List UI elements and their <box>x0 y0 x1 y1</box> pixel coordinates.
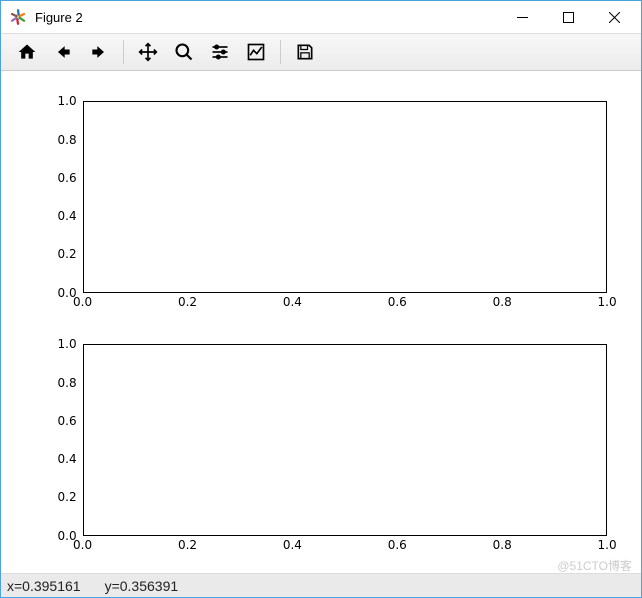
titlebar: Figure 2 <box>1 1 641 33</box>
x-tick-label: 1.0 <box>598 538 617 552</box>
toolbar-separator <box>280 40 281 64</box>
cursor-y-value: y=0.356391 <box>105 578 179 594</box>
x-tick-label: 0.2 <box>178 538 197 552</box>
forward-button[interactable] <box>81 35 117 69</box>
x-tick-label: 0.2 <box>178 295 197 309</box>
x-tick-label: 0.0 <box>73 538 92 552</box>
save-button[interactable] <box>287 35 323 69</box>
maximize-button[interactable] <box>545 2 591 32</box>
subplot-1: 0.00.20.40.60.81.00.00.20.40.60.81.0 <box>23 87 619 326</box>
minimize-button[interactable] <box>499 2 545 32</box>
x-tick-label: 0.6 <box>388 538 407 552</box>
y-tick-label: 0.2 <box>58 490 77 504</box>
cursor-x-value: x=0.395161 <box>7 578 81 594</box>
y-tick-label: 0.2 <box>58 247 77 261</box>
y-tick-label: 0.8 <box>58 376 77 390</box>
statusbar: x=0.395161 y=0.356391 <box>1 573 641 597</box>
zoom-button[interactable] <box>166 35 202 69</box>
y-tick-label: 0.8 <box>58 133 77 147</box>
x-tick-label: 0.0 <box>73 295 92 309</box>
close-button[interactable] <box>591 2 637 32</box>
subplot-2: 0.00.20.40.60.81.00.00.20.40.60.81.0 <box>23 330 619 569</box>
figure-canvas[interactable]: 0.00.20.40.60.81.00.00.20.40.60.81.0 0.0… <box>1 71 641 573</box>
toolbar <box>1 33 641 71</box>
y-tick-label: 1.0 <box>58 337 77 351</box>
y-tick-label: 0.6 <box>58 171 77 185</box>
x-tick-label: 1.0 <box>598 295 617 309</box>
x-tick-label: 0.8 <box>493 538 512 552</box>
y-tick-label: 0.6 <box>58 414 77 428</box>
x-tick-label: 0.4 <box>283 538 302 552</box>
window-title: Figure 2 <box>35 10 83 25</box>
back-button[interactable] <box>45 35 81 69</box>
home-button[interactable] <box>9 35 45 69</box>
configure-subplots-button[interactable] <box>202 35 238 69</box>
watermark: @51CTO博客 <box>557 557 632 574</box>
toolbar-separator <box>123 40 124 64</box>
y-tick-label: 0.4 <box>58 452 77 466</box>
edit-axis-button[interactable] <box>238 35 274 69</box>
plot-area <box>83 101 608 292</box>
window-controls <box>499 2 637 32</box>
x-tick-label: 0.8 <box>493 295 512 309</box>
y-tick-label: 1.0 <box>58 94 77 108</box>
plot-area <box>83 344 608 535</box>
x-tick-label: 0.4 <box>283 295 302 309</box>
app-icon <box>9 8 27 26</box>
pan-button[interactable] <box>130 35 166 69</box>
y-tick-label: 0.4 <box>58 209 77 223</box>
x-tick-label: 0.6 <box>388 295 407 309</box>
